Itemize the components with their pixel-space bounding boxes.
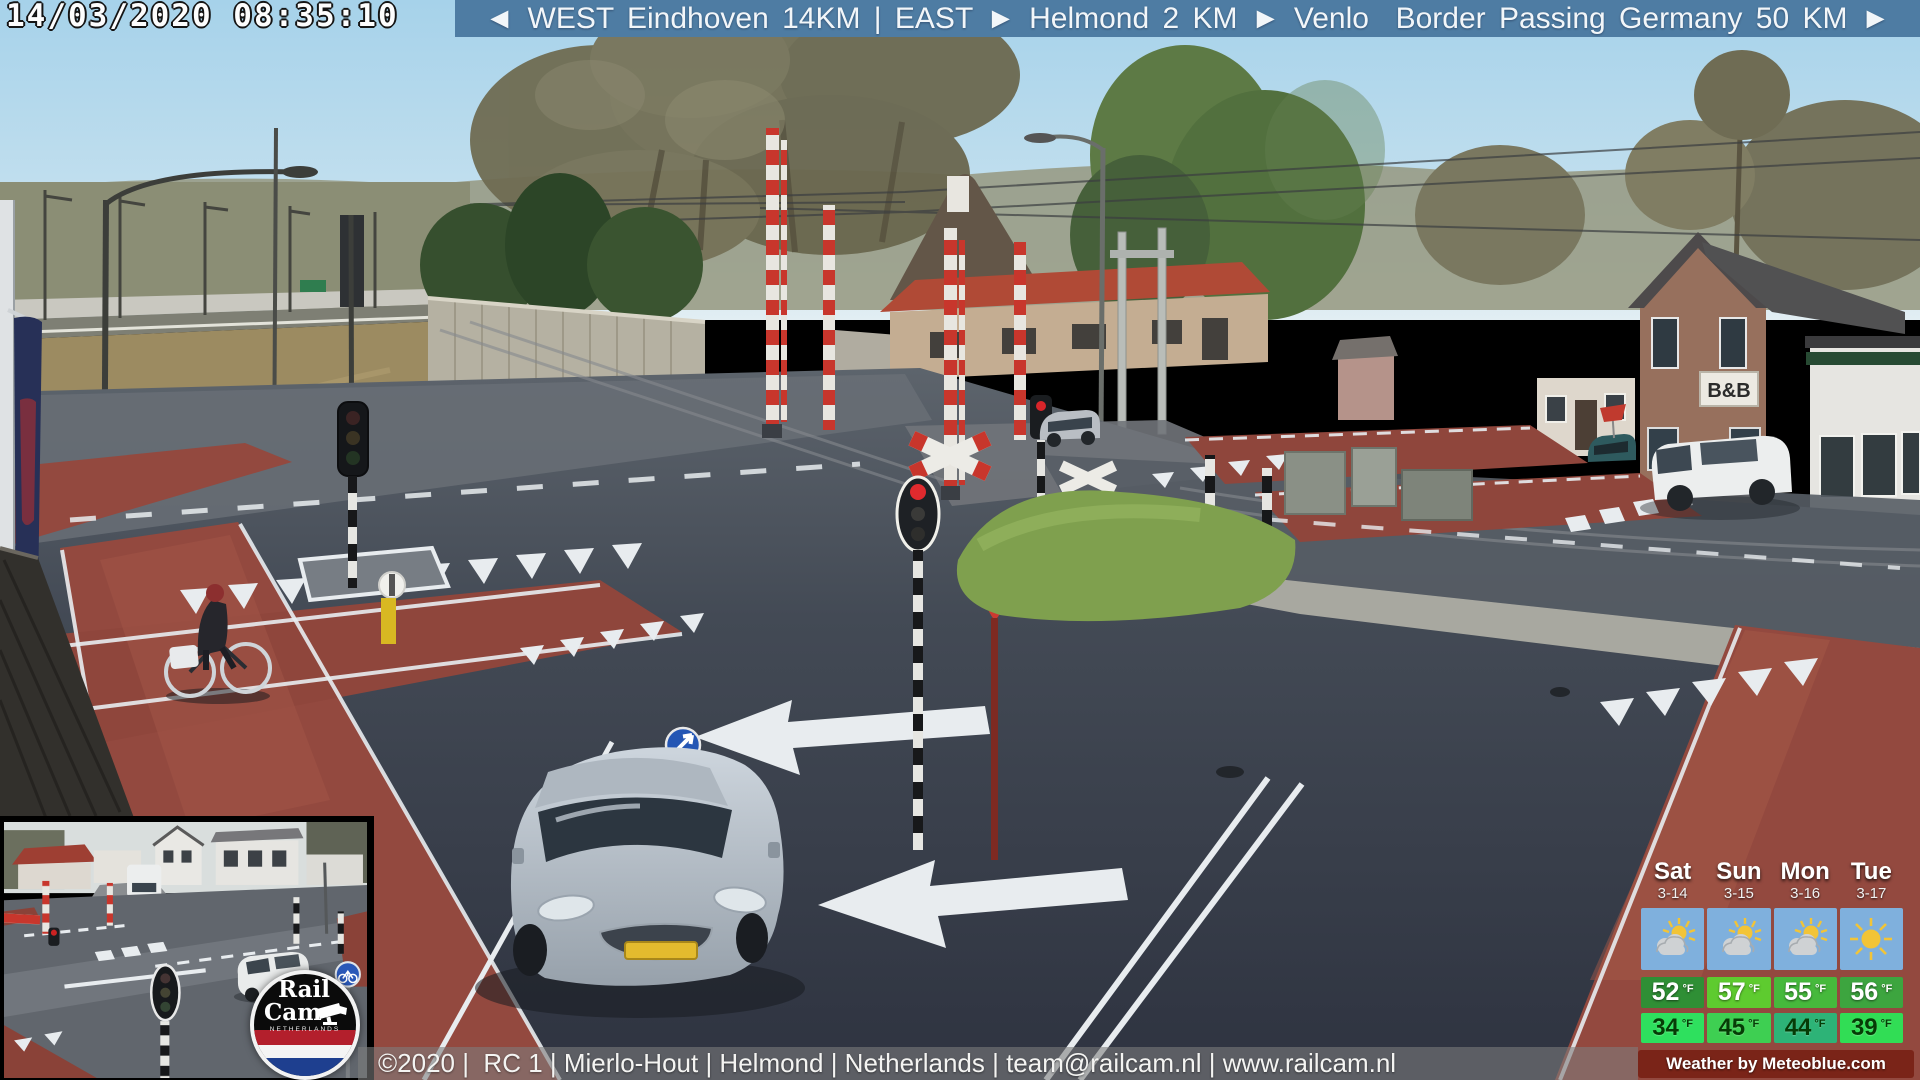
railcam-stream-view: B&B 14/03/2020 08:35:10 ◄ WEST Eindhoven… [0,0,1920,1080]
pip-striped-pole-right [293,897,300,944]
low-temp-value: 34 [1652,1014,1679,1041]
pip-barrier-board [4,913,41,925]
forecast-date-label: 3-14 [1657,885,1688,902]
weather-attribution-text: Weather by Meteoblue.com [1666,1054,1886,1073]
railcam-logo: Rail Cam NETHERLANDS [250,970,360,1080]
partly-cloudy-icon [1707,908,1771,970]
high-temp: 57 °F [1707,977,1771,1008]
manhole [1216,766,1244,778]
copyright-text: ©2020 | RC 1 | Mierlo-Hout | Helmond | N… [378,1048,1397,1078]
low-temp-value: 44 [1784,1014,1812,1041]
pip-small-signal [48,927,60,946]
temp-unit: °F [1748,1018,1760,1030]
temp-unit: °F [1814,982,1827,995]
cctv-camera-icon [317,1003,347,1025]
pip-striped-pole-right-2 [337,911,344,955]
high-temp-value: 56 [1850,978,1879,1006]
low-temp-value: 39 [1850,1014,1878,1041]
forecast-day-column: Tue 3-17 56 °F 39 °F [1839,858,1903,1043]
station-sign [300,280,326,292]
temp-unit: °F [1880,1018,1892,1030]
weather-attribution-bar: Weather by Meteoblue.com [1638,1050,1914,1078]
forecast-day-column: Sun 3-15 57 °F 45 °F [1707,858,1771,1043]
logo-country-label: NETHERLANDS [269,1026,341,1033]
location-banner-text: ◄ WEST Eindhoven 14KM | EAST ► Helmond 2… [484,1,1891,35]
weather-forecast-widget: Sat 3-14 52 °F 34 °F Sun 3-15 57 °F 45 °F Mo… [1641,858,1903,1043]
forecast-day-label: Sun [1716,858,1762,885]
forecast-day-column: Mon 3-16 55 °F 44 °F [1773,858,1837,1043]
temp-unit: °F [1748,982,1760,995]
license-plate [624,941,698,960]
pip-van [127,864,162,898]
flag-stripe-white [254,1045,356,1058]
forecast-day-label: Mon [1780,858,1830,885]
low-temp: 44 °F [1773,1013,1837,1043]
location-banner: ◄ WEST Eindhoven 14KM | EAST ► Helmond 2… [455,0,1920,37]
pip-red-roof-house [12,844,97,890]
high-temp-value: 52 [1651,978,1680,1006]
temp-unit: °F [1881,982,1893,995]
pip-striped-mast-1 [42,880,50,934]
forecast-date-label: 3-17 [1856,885,1887,902]
striped-bollard-2 [1262,468,1272,526]
low-temp: 34 °F [1641,1013,1705,1043]
bnb-sign: B&B [1699,371,1759,407]
low-temp: 45 °F [1707,1013,1771,1043]
railway-corridor-left [0,182,470,340]
pip-striped-mast-2 [106,882,113,926]
red-roof-cottage [880,262,1270,380]
yellow-bollard-left [381,598,396,644]
forecast-date-label: 3-15 [1723,885,1754,902]
partly-cloudy-icon [1641,908,1705,970]
forecast-day-label: Tue [1850,858,1892,885]
forecast-day-label: Sat [1653,858,1692,885]
forecast-day-column: Sat 3-14 52 °F 34 °F [1641,858,1705,1043]
pip-lamp-post [323,862,329,934]
temp-unit: °F [1681,1018,1694,1030]
white-van [1640,435,1800,520]
pip-white-house-right [210,828,304,885]
manhole-2 [1550,687,1570,697]
high-temp-value: 57 [1717,978,1746,1006]
temp-unit: °F [1682,982,1694,995]
osd-timestamp: 14/03/2020 08:35:10 [6,0,399,34]
high-temp-value: 55 [1784,978,1812,1006]
forecast-date-label: 3-16 [1790,885,1821,902]
low-temp: 39 °F [1839,1013,1903,1043]
high-temp: 55 °F [1773,977,1837,1008]
sunny-icon [1839,908,1903,970]
temp-unit: °F [1814,1018,1826,1030]
low-temp-value: 45 [1718,1014,1746,1041]
high-temp: 56 °F [1839,977,1903,1008]
pip-building-far-right [306,854,363,885]
logo-text-cam: Cam [264,999,322,1026]
railcam-logo-top: Rail Cam NETHERLANDS [254,974,356,1033]
partly-cloudy-icon [1773,908,1837,970]
copyright-bar: ©2020 | RC 1 | Mierlo-Hout | Helmond | N… [358,1047,1638,1080]
svg-text:B&B: B&B [1707,380,1750,402]
pink-house [1332,336,1398,420]
high-temp: 52 °F [1641,977,1705,1008]
